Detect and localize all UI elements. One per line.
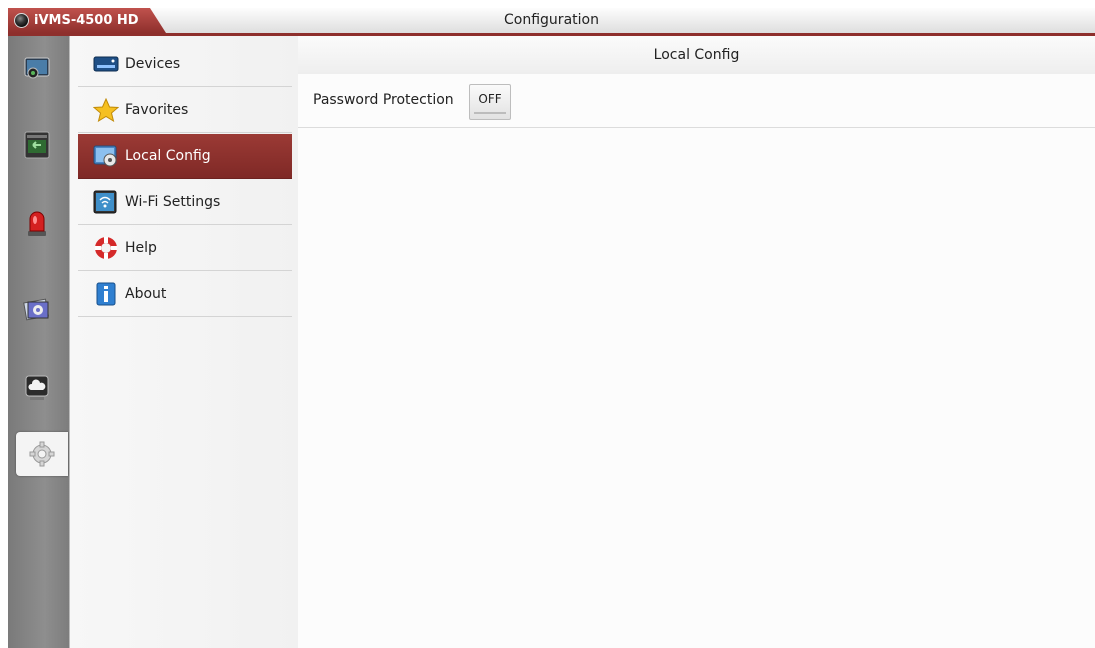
lifebuoy-icon [93, 236, 119, 260]
menu-item-label: Devices [125, 56, 181, 72]
menu-item-favorites[interactable]: Favorites [78, 88, 292, 133]
menu-item-wifi-settings[interactable]: Wi-Fi Settings [78, 180, 292, 225]
menu-item-label: Local Config [125, 148, 211, 164]
menu-item-label: About [125, 286, 167, 302]
page-title: Local Config [298, 36, 1095, 74]
menu-item-help[interactable]: Help [78, 226, 292, 271]
password-protection-row: Password Protection OFF [298, 74, 1095, 128]
rail-picture-video[interactable] [22, 294, 52, 324]
menu-item-label: Favorites [125, 102, 189, 118]
menu-item-devices[interactable]: Devices [78, 42, 292, 87]
title-bar: iVMS-4500 HD Configuration [8, 8, 1095, 36]
menu-item-label: Help [125, 240, 157, 256]
config-menu: Devices Favorites Local Config Wi-Fi Set… [69, 36, 299, 648]
rail-cloud[interactable] [22, 373, 52, 403]
app-window: iVMS-4500 HD Configuration Devices Favor… [8, 8, 1095, 648]
toggle-bar [474, 112, 506, 114]
password-protection-toggle[interactable]: OFF [469, 84, 511, 120]
rail-configuration[interactable] [16, 432, 68, 476]
rail-alarm[interactable] [22, 208, 52, 238]
cloud-icon [25, 375, 49, 400]
star-icon [93, 98, 119, 122]
window-title: Configuration [504, 12, 599, 28]
app-tab: iVMS-4500 HD [8, 8, 166, 33]
content-panel: Local Config Password Protection OFF [298, 36, 1095, 648]
info-icon [93, 282, 119, 306]
devices-icon [93, 52, 119, 76]
rail-live-view[interactable] [22, 54, 52, 84]
menu-item-local-config[interactable]: Local Config [78, 134, 292, 179]
playback-icon [24, 131, 50, 159]
configuration-gear-icon [29, 441, 55, 467]
rail-playback[interactable] [22, 130, 52, 160]
module-rail [8, 36, 69, 648]
menu-item-about[interactable]: About [78, 272, 292, 317]
picture-video-icon [23, 298, 49, 321]
menu-item-label: Wi-Fi Settings [125, 194, 221, 210]
wifi-settings-icon [93, 190, 119, 214]
local-config-icon [93, 144, 119, 168]
live-view-icon [24, 57, 50, 79]
password-protection-label: Password Protection [313, 92, 454, 108]
app-name: iVMS-4500 HD [34, 13, 139, 28]
toggle-state: OFF [478, 92, 502, 106]
app-logo-icon [14, 13, 29, 28]
alarm-icon [28, 211, 46, 236]
